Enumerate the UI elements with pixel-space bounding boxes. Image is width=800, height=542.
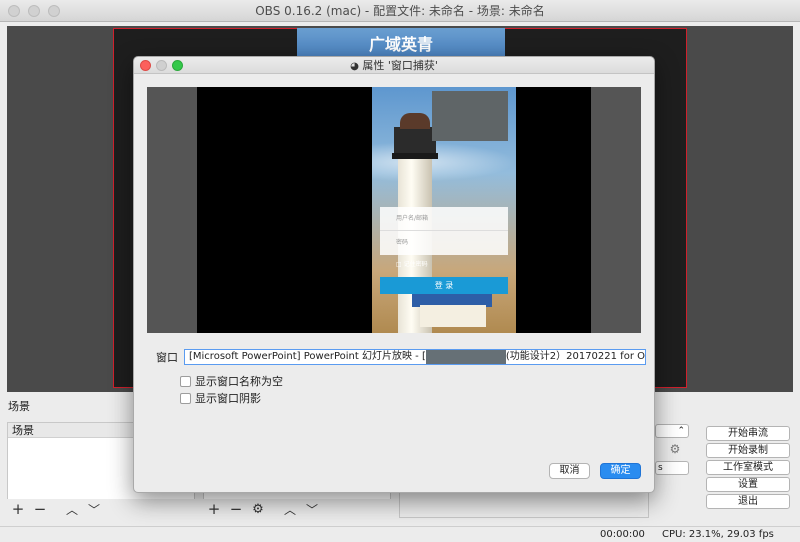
preview-banner: 广域英青 bbox=[297, 28, 505, 58]
gear-icon[interactable]: ⚙ bbox=[247, 502, 269, 517]
dialog-close-icon[interactable] bbox=[140, 60, 151, 71]
show-shadows-label: 显示窗口阴影 bbox=[195, 392, 261, 405]
scenes-section-label: 场景 bbox=[8, 400, 30, 413]
transition-select[interactable]: ⌃ bbox=[655, 424, 689, 438]
remove-source-icon[interactable]: − bbox=[225, 500, 247, 518]
show-shadows-row[interactable]: 显示窗口阴影 bbox=[180, 390, 261, 406]
lighthouse-lamp bbox=[394, 127, 436, 153]
window-row: 窗口 [Microsoft PowerPoint] PowerPoint 幻灯片… bbox=[156, 349, 646, 365]
stream-time: 00:00:00 bbox=[600, 529, 645, 540]
remove-scene-icon[interactable]: − bbox=[29, 500, 51, 518]
settings-button[interactable]: 设置 bbox=[706, 477, 790, 492]
login-user-field: 用户名/邮箱 bbox=[380, 207, 508, 231]
dialog-minimize-icon[interactable] bbox=[156, 60, 167, 71]
studio-mode-button[interactable]: 工作室模式 bbox=[706, 460, 790, 475]
dialog-title-bar: ◕ 属性 '窗口捕获' bbox=[134, 57, 654, 74]
window-title: OBS 0.16.2 (mac) - 配置文件: 未命名 - 场景: 未命名 bbox=[255, 4, 545, 18]
start-recording-button[interactable]: 开始录制 bbox=[706, 443, 790, 458]
login-button: 登 录 bbox=[380, 277, 508, 294]
status-bar: 00:00:00 CPU: 23.1%, 29.03 fps bbox=[0, 526, 800, 542]
show-empty-names-label: 显示窗口名称为空 bbox=[195, 375, 283, 388]
move-up-icon[interactable]: ︿ bbox=[61, 501, 83, 518]
house bbox=[420, 305, 486, 327]
move-up-icon[interactable]: ︿ bbox=[279, 501, 301, 518]
dialog-zoom-icon[interactable] bbox=[172, 60, 183, 71]
remember-me-label: □ 记住密码 bbox=[396, 261, 428, 268]
obs-logo-icon: ◕ bbox=[350, 61, 359, 72]
main-title-bar: OBS 0.16.2 (mac) - 配置文件: 未命名 - 场景: 未命名 bbox=[0, 0, 800, 22]
scenes-toolbar: + − ︿ ﹀ bbox=[7, 499, 195, 519]
start-streaming-button[interactable]: 开始串流 bbox=[706, 426, 790, 441]
duration-spinner[interactable]: s bbox=[655, 461, 689, 475]
move-down-icon[interactable]: ﹀ bbox=[83, 501, 105, 518]
close-window-icon[interactable] bbox=[8, 5, 20, 17]
cpu-usage: CPU: 23.1%, 29.03 fps bbox=[662, 529, 774, 540]
window-select[interactable]: [Microsoft PowerPoint] PowerPoint 幻灯片放映 … bbox=[184, 349, 646, 365]
exit-button[interactable]: 退出 bbox=[706, 494, 790, 509]
show-shadows-checkbox[interactable] bbox=[180, 392, 191, 404]
show-empty-names-checkbox[interactable] bbox=[180, 375, 191, 387]
ok-button[interactable]: 确定 bbox=[600, 463, 641, 479]
window-value-prefix: [Microsoft PowerPoint] PowerPoint 幻灯片放映 … bbox=[189, 351, 426, 362]
capture-preview: 用户名/邮箱 密码 □ 记住密码 登 录 bbox=[147, 87, 641, 333]
login-form: 用户名/邮箱 密码 bbox=[380, 207, 508, 255]
dialog-title: 属性 '窗口捕获' bbox=[362, 59, 438, 72]
add-scene-icon[interactable]: + bbox=[7, 500, 29, 518]
sources-toolbar: + − ⚙ ︿ ﹀ bbox=[203, 499, 391, 519]
login-password-field: 密码 bbox=[396, 239, 409, 246]
capture-letterbox: 用户名/邮箱 密码 □ 记住密码 登 录 bbox=[197, 87, 591, 333]
redacted-name bbox=[425, 350, 506, 364]
redacted-block bbox=[432, 91, 508, 141]
cancel-button[interactable]: 取消 bbox=[549, 463, 590, 479]
window-value-suffix: (功能设计2）20170221 for OSB dem bbox=[505, 351, 645, 362]
add-source-icon[interactable]: + bbox=[203, 500, 225, 518]
show-empty-names-row[interactable]: 显示窗口名称为空 bbox=[180, 373, 283, 389]
minimize-window-icon[interactable] bbox=[28, 5, 40, 17]
captured-window-image: 用户名/邮箱 密码 □ 记住密码 登 录 bbox=[372, 87, 516, 333]
window-label: 窗口 bbox=[156, 351, 178, 364]
move-down-icon[interactable]: ﹀ bbox=[301, 501, 323, 518]
zoom-window-icon[interactable] bbox=[48, 5, 60, 17]
properties-dialog: ◕ 属性 '窗口捕获' 用户名/邮箱 密码 □ 记住密码 登 录 窗口 [Mic… bbox=[133, 56, 655, 493]
transition-gear-icon[interactable]: ⚙ bbox=[664, 442, 686, 456]
